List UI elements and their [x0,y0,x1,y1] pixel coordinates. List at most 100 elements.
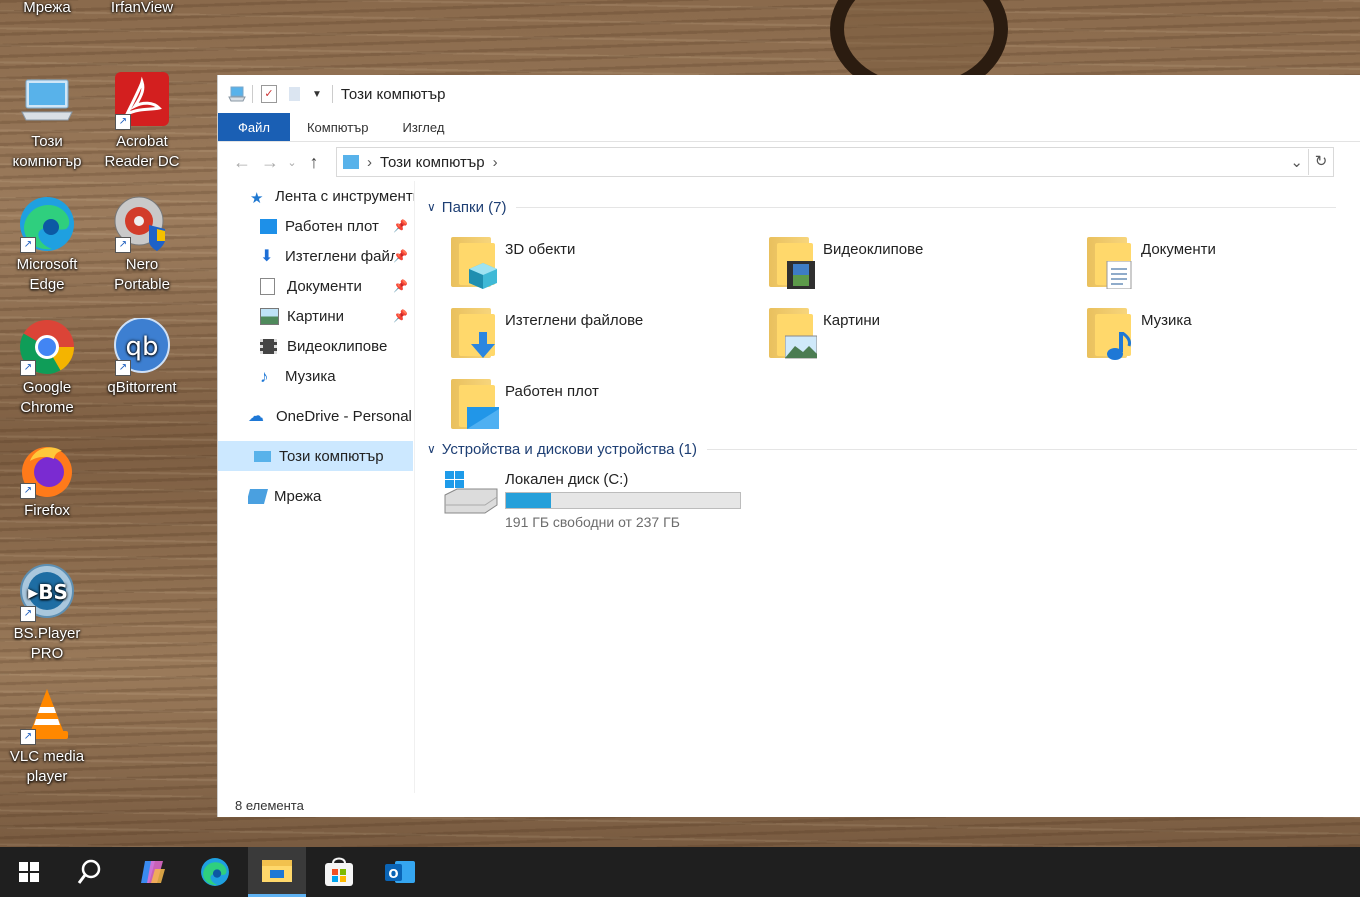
desktop-icon-label: Firefox [24,502,70,519]
search-icon[interactable] [61,847,119,897]
folder-label: Документи [1141,241,1216,258]
folder-label: Картини [823,312,881,329]
new-folder-icon[interactable] [289,87,300,101]
store-icon[interactable] [310,847,368,897]
folder-label: Работен плот [505,383,599,400]
pictures-icon [260,307,279,325]
start-icon[interactable] [0,847,58,897]
nav-label: Този компютър [279,447,384,465]
pin-icon[interactable]: 📌 [393,249,408,263]
edge-icon[interactable] [186,847,244,897]
nav-label: OneDrive - Personal [276,407,412,425]
outlook-icon[interactable]: O [372,847,430,897]
documents-folder-icon [1083,233,1135,290]
properties-icon[interactable]: ✓ [261,85,277,103]
copilot-icon[interactable] [124,847,182,897]
star-icon: ★ [250,189,264,207]
network-icon [248,488,269,504]
file-explorer-icon[interactable] [248,847,306,897]
folder-label: Изтеглени файлове [505,312,644,329]
pin-icon[interactable]: 📌 [393,219,408,233]
desktop-icon-chrome[interactable]: ↗ Google Chrome [1,318,93,418]
nav-item-pictures[interactable]: Картини 📌 [260,301,414,331]
nav-quick-access[interactable]: ★ Лента с инструменти [250,181,414,211]
pin-icon[interactable]: 📌 [393,309,408,323]
pin-icon[interactable]: 📌 [393,279,408,293]
up-arrow-icon[interactable]: ↑ [300,152,328,173]
forward-arrow-icon[interactable]: → [256,152,284,173]
address-dropdown-icon[interactable]: ⌄ [1290,153,1303,171]
folder-label: 3D обекти [505,241,576,258]
nav-label: Лента с инструменти [275,187,414,205]
refresh-icon[interactable]: ↻ [1308,149,1333,175]
desktop-icon-label: Acrobat Reader DC [104,133,180,170]
breadcrumb-chevron-icon[interactable]: › [367,154,372,171]
chevron-down-icon[interactable]: ∨ [427,442,436,456]
videos-folder-icon [765,233,817,289]
acrobat-icon: ↗ [113,72,171,130]
downloads-folder-icon [447,304,499,360]
drive-local-c[interactable]: Локален диск (C:) 191 ГБ свободни от 237… [443,471,843,530]
nav-item-onedrive[interactable]: ☁ OneDrive - Personal [248,401,414,431]
recent-chevron-icon[interactable]: ⌄ [284,156,300,169]
folder-pictures[interactable]: Картини [765,304,1065,360]
breadcrumb-chevron-icon[interactable]: › [493,154,498,171]
folder-music[interactable]: Музика [1083,304,1353,360]
explorer-content: ★ Лента с инструменти Работен плот 📌 ⬇ И… [218,181,1360,793]
document-icon [260,277,275,295]
breadcrumb[interactable]: Този компютър [380,154,485,171]
desktop-folder-icon [260,218,277,234]
folder-label: Музика [1141,312,1192,329]
folder-3d-objects[interactable]: 3D обекти [447,233,747,289]
desktop-icon-irfanview[interactable]: IrfanView [96,0,188,18]
folder-desktop[interactable]: Работен плот [447,375,747,431]
folder-downloads[interactable]: Изтеглени файлове [447,304,747,360]
devices-section-header[interactable]: ∨ Устройства и дискови устройства (1) [427,438,1357,460]
folders-section-header[interactable]: ∨ Папки (7) [427,196,1357,218]
folder-videos[interactable]: Видеоклипове [765,233,1065,289]
tab-computer[interactable]: Компютър [290,113,386,141]
nav-item-documents[interactable]: Документи 📌 [260,271,414,301]
desktop-icon-label: Мрежа [23,0,71,16]
svg-text:▸BS: ▸BS [28,580,68,604]
edge-icon: ↗ [18,195,76,253]
desktop-icon-bsplayer[interactable]: ▸BS ↗ BS.Player PRO [1,564,93,664]
desktop-icon-edge[interactable]: ↗ Microsoft Edge [1,195,93,295]
desktop-icon-nero[interactable]: ↗ Nero Portable [96,195,188,295]
vlc-icon: ↗ [18,687,76,745]
desktop-icon-vlc[interactable]: ↗ VLC media player [1,687,93,787]
desktop-folder-icon [447,375,499,431]
nav-item-desktop[interactable]: Работен плот 📌 [260,211,414,241]
item-count: 8 елемента [235,797,304,813]
nav-item-this-pc[interactable]: Този компютър [218,441,413,471]
bsplayer-icon: ▸BS ↗ [18,564,76,622]
nav-item-network[interactable]: Мрежа [248,481,414,511]
tab-view[interactable]: Изглед [386,113,462,141]
desktop-icon-label: BS.Player PRO [13,625,81,662]
firefox-icon: ↗ [18,441,76,499]
nav-item-music[interactable]: ♪ Музика [260,361,414,391]
chevron-down-icon[interactable]: ∨ [427,200,436,214]
address-bar[interactable]: › Този компютър › ⌄ ↻ [336,147,1334,177]
back-arrow-icon[interactable]: ← [228,152,256,173]
nav-label: Видеоклипове [287,337,388,355]
music-note-icon: ♪ [260,366,269,386]
desktop-icon-label: Microsoft Edge [16,256,78,293]
desktop-icon-this-pc[interactable]: Този компютър [1,72,93,172]
desktop-icon-qbittorrent[interactable]: qb ↗ qBittorrent [96,317,188,398]
nav-item-downloads[interactable]: ⬇ Изтеглени файлове 📌 [260,241,414,271]
desktop-icon-acrobat[interactable]: ↗ Acrobat Reader DC [96,72,188,172]
tab-file[interactable]: Файл [218,113,290,141]
desktop-icon-firefox[interactable]: ↗ Firefox [1,441,93,521]
nav-item-videos[interactable]: Видеоклипове [260,331,414,361]
this-pc-icon [343,155,359,169]
desktop-icon-network[interactable]: Мрежа [1,0,93,18]
folder-documents[interactable]: Документи [1083,233,1353,290]
chevron-down-icon[interactable]: ▼ [312,89,322,100]
desktop-icon-label: Nero Portable [114,256,170,293]
music-folder-icon [1083,304,1135,360]
windows-drive-icon [443,471,499,523]
onedrive-cloud-icon: ☁ [248,407,264,425]
main-pane: ∨ Папки (7) 3D обекти Видеоклипове Докум… [415,181,1360,793]
3d-objects-folder-icon [447,233,499,289]
